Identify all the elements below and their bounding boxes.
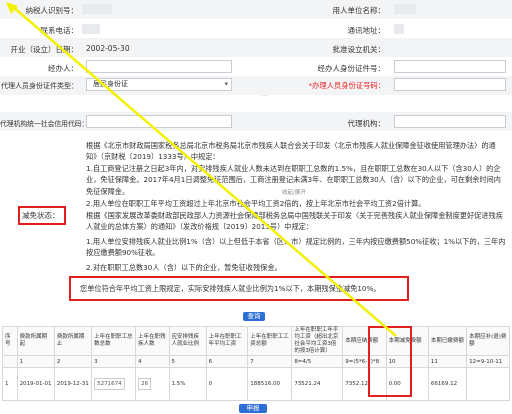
annotation-arrowhead-icon <box>6 2 18 14</box>
annotation-arrow <box>6 2 397 337</box>
annotation-line <box>11 5 397 337</box>
